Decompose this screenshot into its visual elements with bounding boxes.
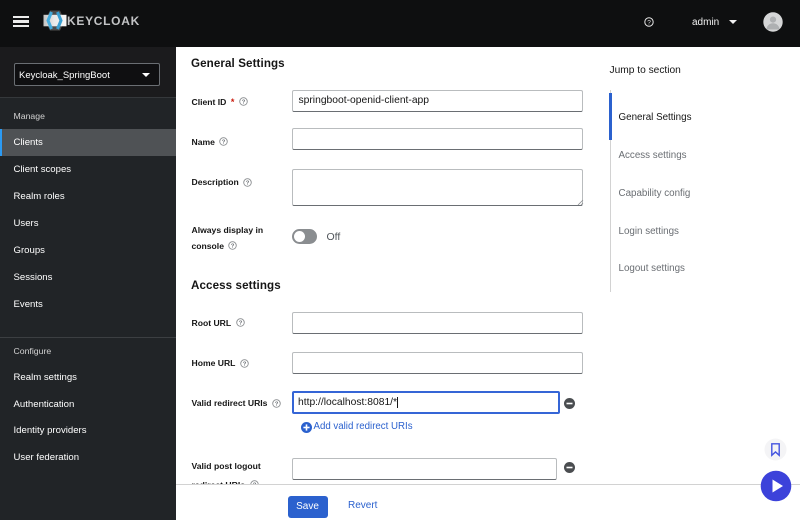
svg-text:?: ?: [231, 244, 235, 250]
svg-text:?: ?: [238, 321, 242, 327]
svg-text:?: ?: [243, 361, 247, 367]
svg-text:?: ?: [222, 140, 226, 146]
svg-text:?: ?: [246, 180, 250, 186]
svg-text:?: ?: [275, 401, 279, 407]
svg-text:?: ?: [647, 19, 651, 26]
svg-text:?: ?: [242, 100, 246, 106]
